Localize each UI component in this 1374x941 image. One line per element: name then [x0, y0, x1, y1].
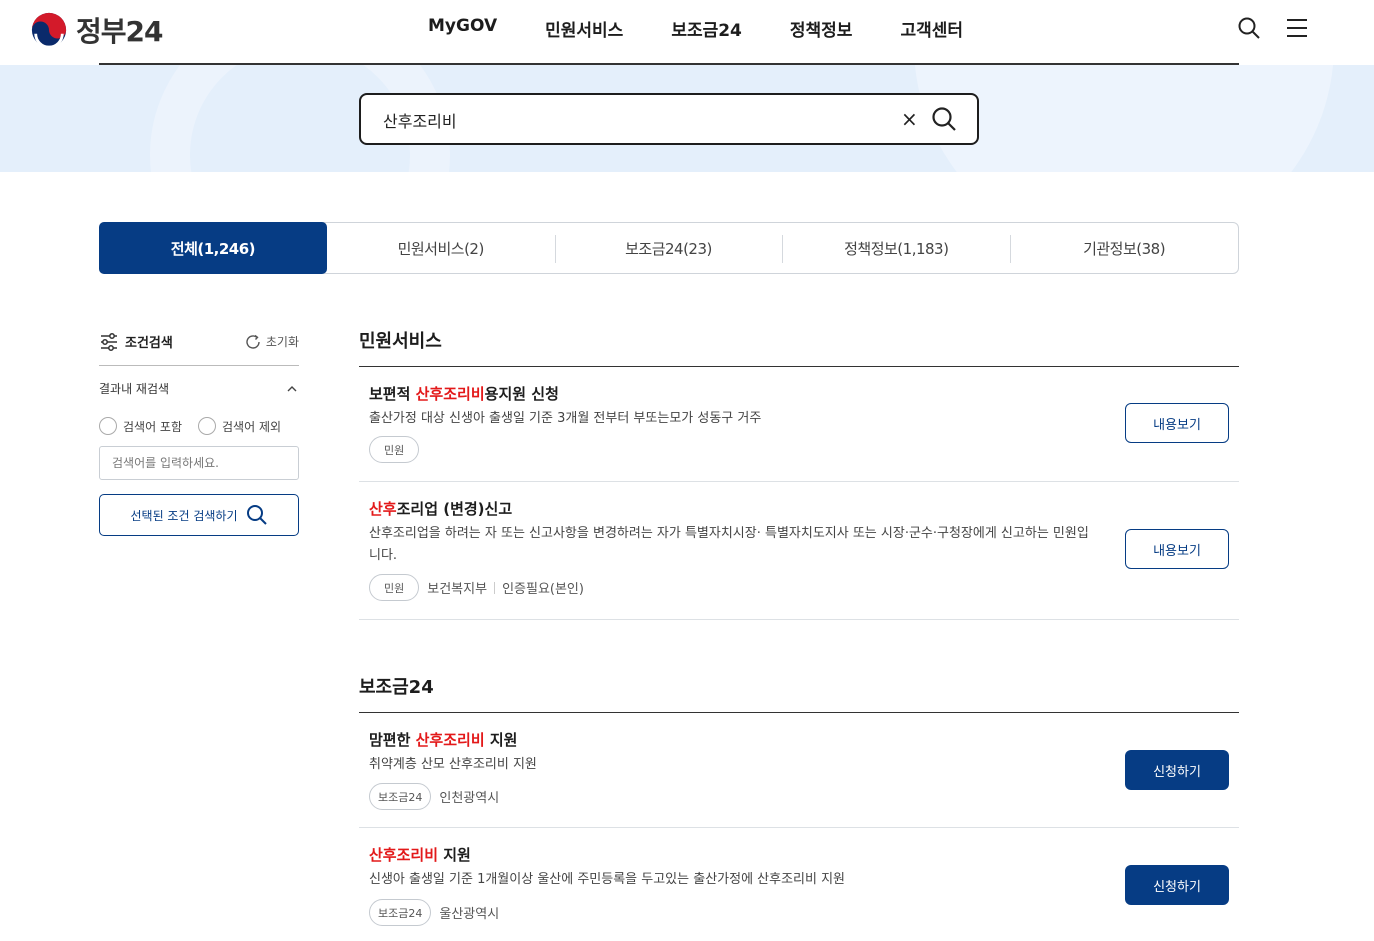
- search-icon[interactable]: [1237, 16, 1261, 40]
- nav-item-subsidy[interactable]: 보조금24: [671, 16, 742, 41]
- result-meta: 민원: [369, 436, 427, 463]
- result-description: 출산가정 대상 신생아 출생일 기준 3개월 전부터 부또는모가 성동구 거주: [369, 411, 762, 426]
- view-details-button[interactable]: 내용보기: [1125, 529, 1229, 569]
- result-item: 산후조리비 지원 신생아 출생일 기준 1개월이상 울산에 주민등록을 두고있는…: [359, 828, 1239, 941]
- nav-item-mygov[interactable]: MyGOV: [428, 16, 497, 41]
- result-description: 신생아 출생일 기준 1개월이상 울산에 주민등록을 두고있는 출산가정에 산후…: [369, 872, 846, 887]
- reset-label: 초기화: [265, 335, 299, 349]
- search-band: ×: [0, 65, 1374, 172]
- result-title[interactable]: 맘편한 산후조리비 지원: [369, 729, 517, 750]
- site-logo[interactable]: 정부24: [30, 10, 163, 50]
- category-badge: 보조금24: [369, 783, 432, 810]
- include-radio[interactable]: 검색어 포함: [99, 417, 182, 435]
- taegeuk-logo-icon: [31, 12, 67, 49]
- section-title-civil: 민원서비스: [359, 331, 442, 352]
- result-title[interactable]: 산후조리업 (변경)신고: [369, 498, 512, 519]
- region-label: 인천광역시: [439, 791, 500, 806]
- result-meta: 민원 보건복지부 인증필요(본인): [369, 574, 584, 601]
- apply-button[interactable]: 신청하기: [1125, 750, 1229, 790]
- nav-item-policy[interactable]: 정책정보: [790, 16, 853, 41]
- result-item: 보편적 산후조리비용지원 신청 출산가정 대상 신생아 출생일 기준 3개월 전…: [359, 367, 1239, 482]
- radio-circle[interactable]: [198, 417, 217, 435]
- tab-agency[interactable]: 기관정보(38): [1010, 223, 1238, 273]
- exclude-radio[interactable]: 검색어 제외: [198, 417, 281, 435]
- agency-label: 보건복지부: [427, 582, 488, 597]
- logo-text: 정부24: [76, 15, 163, 48]
- include-label: 검색어 포함: [123, 419, 183, 434]
- filter-title-label: 조건검색: [125, 336, 173, 351]
- site-header: 정부24 MyGOV 민원서비스 보조금24 정책정보 고객센터: [0, 0, 1374, 65]
- tab-civil-service[interactable]: 민원서비스(2): [327, 223, 555, 273]
- conditional-search-label: 선택된 조건 검색하기: [130, 508, 238, 523]
- result-description: 산후조리업을 하려는 자 또는 신고사항을 변경하려는 자가 특별자치시장· 특…: [369, 526, 1089, 563]
- keyword-highlight: 산후조리비: [415, 731, 485, 749]
- filter-header: 조건검색 초기화: [99, 328, 299, 366]
- main-nav: MyGOV 민원서비스 보조금24 정책정보 고객센터: [404, 16, 987, 41]
- view-details-button[interactable]: 내용보기: [1125, 403, 1229, 443]
- search-input[interactable]: [383, 107, 863, 133]
- keyword-highlight: 산후조리비: [415, 385, 485, 403]
- refresh-icon: [246, 334, 260, 349]
- meta-separator: [494, 581, 496, 594]
- search-icon: [246, 505, 267, 525]
- refine-search-input[interactable]: [99, 446, 299, 480]
- apply-button[interactable]: 신청하기: [1125, 865, 1229, 905]
- conditional-search-button[interactable]: 선택된 조건 검색하기: [99, 494, 299, 536]
- nav-item-civil-service[interactable]: 민원서비스: [545, 16, 623, 41]
- reset-button[interactable]: 초기화: [244, 333, 299, 351]
- filter-sidebar: 조건검색 초기화 결과내 재검색 검색어 포함 검색어 제외 선택된 조건 검색…: [99, 328, 299, 536]
- category-badge: 민원: [369, 436, 420, 463]
- tab-all[interactable]: 전체(1,246): [99, 222, 327, 274]
- category-badge: 보조금24: [369, 899, 432, 926]
- filter-icon: [101, 332, 117, 351]
- keyword-highlight: 산후조리비: [369, 846, 439, 864]
- result-item: 맘편한 산후조리비 지원 취약계층 산모 산후조리비 지원 보조금24 인천광역…: [359, 713, 1239, 828]
- chevron-up-icon: [287, 385, 297, 391]
- refine-options: 검색어 포함 검색어 제외: [99, 417, 299, 435]
- section-title-subsidy: 보조금24: [359, 677, 434, 698]
- refine-toggle[interactable]: 결과내 재검색: [99, 380, 299, 397]
- result-meta: 보조금24 울산광역시: [369, 899, 499, 926]
- exclude-label: 검색어 제외: [222, 419, 282, 434]
- nav-item-customer-center[interactable]: 고객센터: [900, 16, 963, 41]
- tab-subsidy[interactable]: 보조금24(23): [554, 223, 783, 273]
- category-badge: 민원: [369, 574, 420, 601]
- region-label: 울산광역시: [439, 907, 500, 922]
- close-icon[interactable]: ×: [901, 107, 918, 131]
- search-icon[interactable]: [931, 106, 957, 132]
- search-box: ×: [359, 93, 979, 145]
- result-tabs: 전체(1,246) 민원서비스(2) 보조금24(23) 정책정보(1,183)…: [99, 222, 1239, 274]
- result-meta: 보조금24 인천광역시: [369, 783, 499, 810]
- refine-label: 결과내 재검색: [99, 382, 170, 396]
- menu-icon[interactable]: [1285, 16, 1309, 40]
- auth-label: 인증필요(본인): [502, 582, 584, 597]
- result-title[interactable]: 산후조리비 지원: [369, 844, 471, 865]
- tab-policy[interactable]: 정책정보(1,183): [782, 223, 1010, 273]
- radio-circle[interactable]: [99, 417, 117, 435]
- result-description: 취약계층 산모 산후조리비 지원: [369, 757, 537, 772]
- keyword-highlight: 산후: [369, 500, 397, 518]
- result-title[interactable]: 보편적 산후조리비용지원 신청: [369, 383, 559, 404]
- result-item: 산후조리업 (변경)신고 산후조리업을 하려는 자 또는 신고사항을 변경하려는…: [359, 482, 1239, 620]
- filter-title: 조건검색: [99, 332, 173, 352]
